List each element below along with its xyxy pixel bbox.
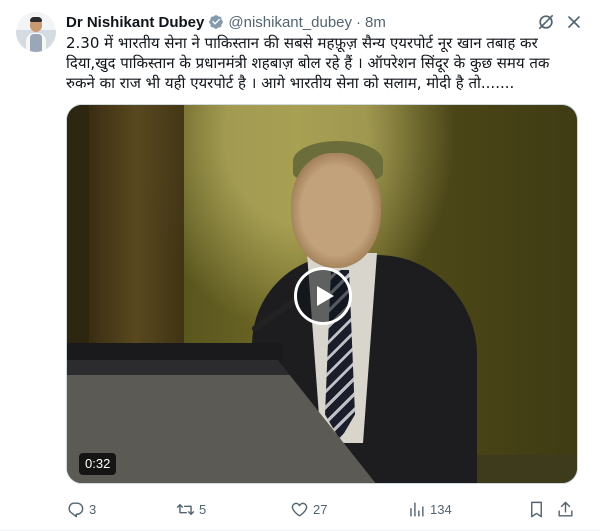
play-button[interactable] — [294, 267, 352, 325]
tweet-text: 2.30 में भारतीय सेना ने पाकिस्तान की सबस… — [66, 34, 550, 92]
timestamp[interactable]: 8m — [365, 14, 386, 31]
retweet-count: 5 — [199, 501, 207, 517]
separator-dot: · — [356, 13, 362, 31]
bookmark-button[interactable] — [527, 500, 546, 519]
reply-button[interactable]: 3 — [66, 500, 96, 519]
action-bar: 3 5 27 134 — [66, 497, 578, 521]
bookmark-icon — [531, 501, 542, 517]
video-player[interactable]: 0:32 — [66, 104, 578, 484]
reply-count: 3 — [89, 501, 97, 517]
like-button[interactable]: 27 — [290, 500, 327, 519]
video-duration: 0:32 — [79, 453, 117, 475]
heart-icon — [291, 502, 308, 517]
retweet-button[interactable]: 5 — [176, 500, 206, 519]
avatar[interactable] — [16, 12, 56, 52]
tweet[interactable]: Dr Nishikant Dubey @nishikant_dubey · 8m… — [0, 0, 600, 531]
play-icon — [317, 286, 334, 306]
views-button[interactable]: 134 — [407, 500, 452, 519]
like-count: 27 — [313, 501, 328, 517]
views-chart-icon — [410, 501, 424, 517]
reply-icon — [68, 501, 84, 517]
author-handle[interactable]: @nishikant_dubey — [228, 14, 352, 31]
views-count: 134 — [430, 501, 452, 517]
tweet-header: Dr Nishikant Dubey @nishikant_dubey · 8m — [66, 12, 584, 32]
retweet-icon — [176, 503, 195, 515]
grok-icon[interactable] — [536, 12, 556, 32]
share-icon — [558, 501, 573, 517]
verified-badge-icon — [208, 14, 224, 30]
author-name[interactable]: Dr Nishikant Dubey — [66, 14, 204, 31]
more-options-icon[interactable] — [564, 12, 584, 32]
share-button[interactable] — [556, 500, 575, 519]
